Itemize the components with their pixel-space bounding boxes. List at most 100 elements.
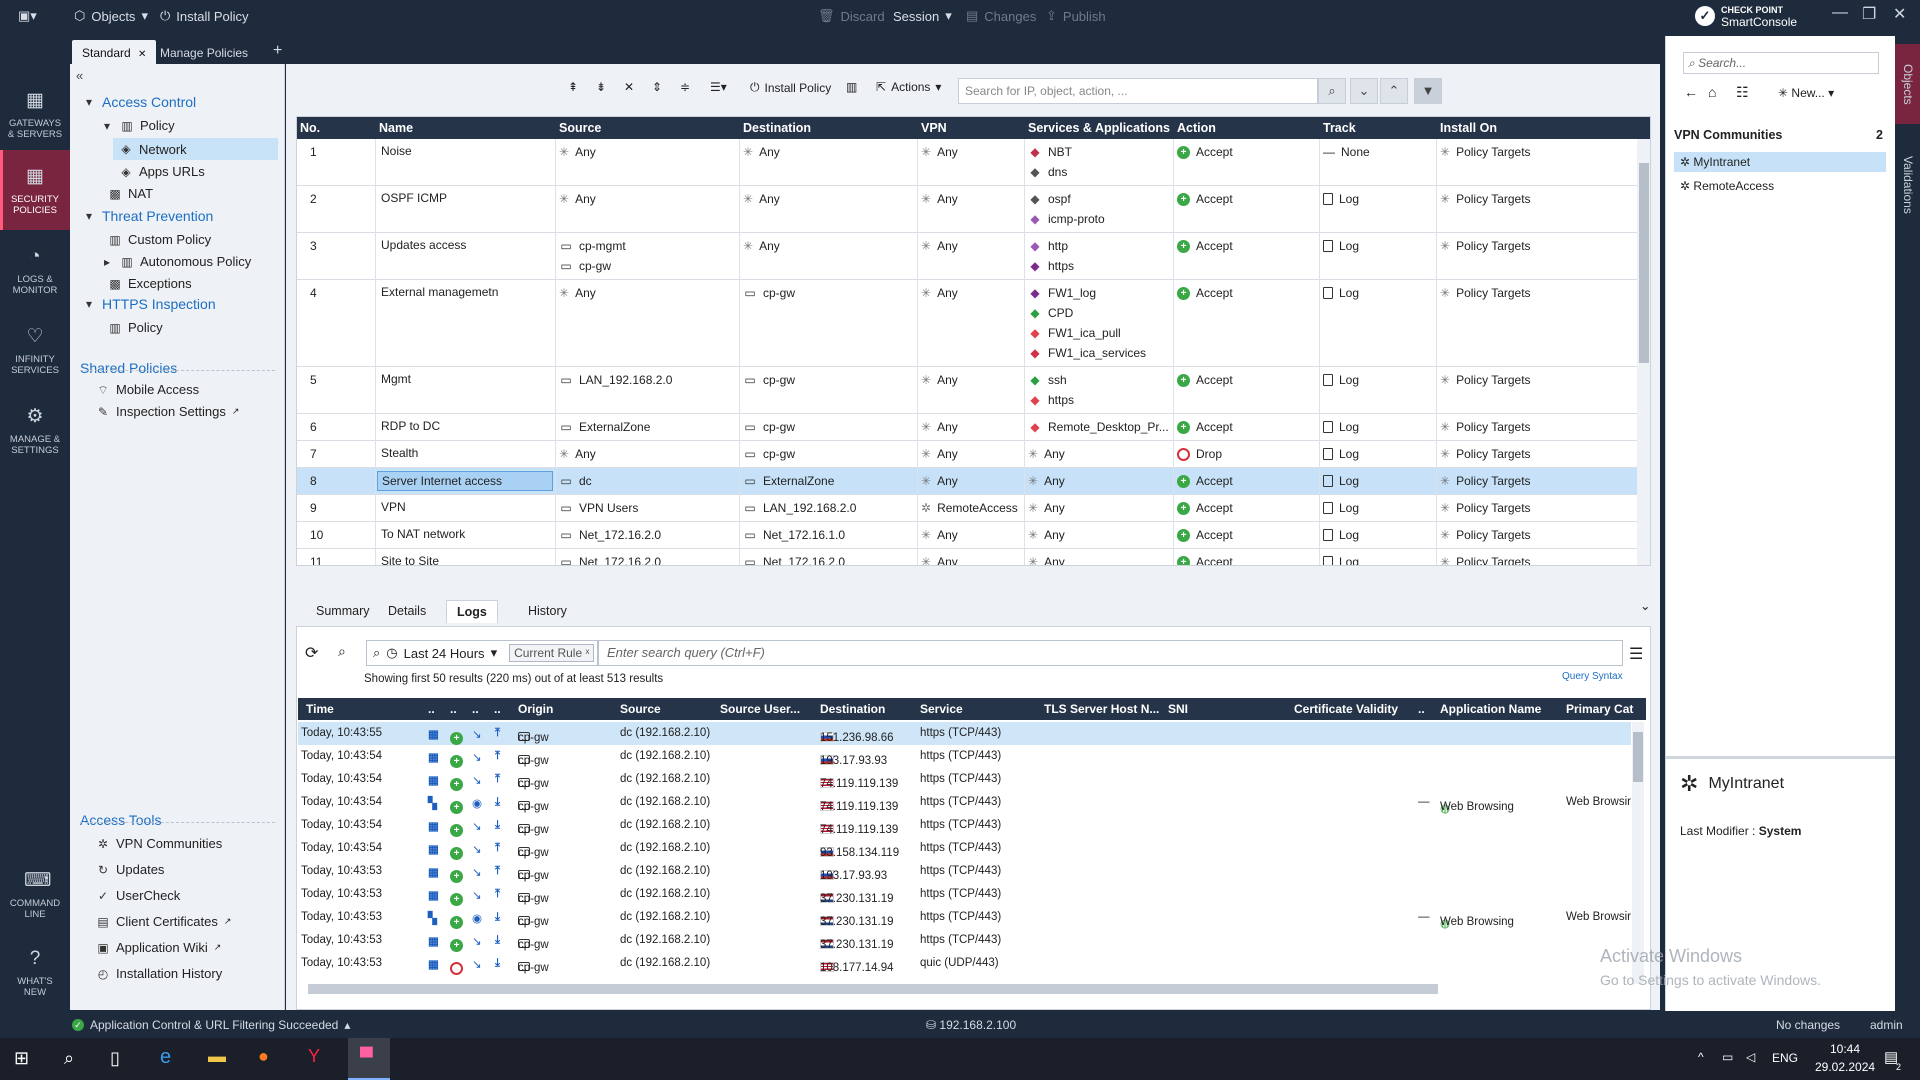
rule-cell[interactable]: ▭ ExternalZone bbox=[743, 471, 834, 491]
install-on-cell[interactable]: ✳ Policy Targets bbox=[1440, 525, 1531, 545]
action-cell[interactable]: + Accept bbox=[1177, 370, 1233, 390]
tree-client-certificates[interactable]: ▤ Client Certificates ↗ bbox=[96, 914, 231, 929]
folder-icon[interactable]: ▬ bbox=[208, 1046, 226, 1067]
tab-manage-policies[interactable]: Manage Policies bbox=[150, 40, 258, 64]
rule-cell[interactable]: ▭ VPN Users bbox=[559, 498, 638, 518]
action-cell[interactable]: + Accept bbox=[1177, 525, 1233, 545]
time-range-selector[interactable]: ⌕ ◷ Last 24 Hours ▾ Current Rule ˣ bbox=[366, 640, 598, 666]
tab-history[interactable]: History bbox=[528, 604, 567, 618]
tree-access-control[interactable]: ▾ Access Control bbox=[82, 94, 196, 110]
rule-name[interactable]: VPN bbox=[377, 498, 410, 516]
rule-name[interactable]: OSPF ICMP bbox=[377, 189, 451, 207]
action-cell[interactable]: + Accept bbox=[1177, 552, 1233, 565]
log-query-input[interactable]: Enter search query (Ctrl+F) bbox=[598, 640, 1623, 666]
vpn-cell[interactable]: ✳ Any bbox=[921, 189, 958, 209]
install-on-cell[interactable]: ✳ Policy Targets bbox=[1440, 471, 1531, 491]
rule-cell[interactable]: ✳ Any bbox=[559, 189, 596, 209]
volume-icon[interactable]: ◁ bbox=[1746, 1050, 1755, 1064]
rule-cell[interactable]: ✳ Any bbox=[1028, 498, 1065, 518]
rule-name[interactable]: Updates access bbox=[377, 236, 470, 254]
install-on-cell[interactable]: ✳ Policy Targets bbox=[1440, 283, 1531, 303]
log-row[interactable]: Today, 10:43:53 ▦ + ↘ ⤓ cp-gw dc (192.168.2.10… bbox=[298, 929, 1631, 952]
app-menu-button[interactable]: ▣▾ bbox=[18, 8, 37, 24]
query-syntax-link[interactable]: Query Syntax bbox=[1562, 671, 1623, 682]
vpn-item-myintranet[interactable]: ✲ MyIntranet bbox=[1674, 152, 1886, 172]
rule-cell[interactable]: ✳ Any bbox=[1028, 552, 1065, 565]
track-cell[interactable]: Log bbox=[1323, 498, 1359, 518]
install-on-cell[interactable]: ✳ Policy Targets bbox=[1440, 444, 1531, 464]
list-menu-icon[interactable]: ☰▾ bbox=[710, 80, 727, 94]
vpn-cell[interactable]: ✳ Any bbox=[921, 283, 958, 303]
tab-details[interactable]: Details bbox=[388, 604, 426, 618]
rule-cell[interactable]: ▭ Net_172.16.1.0 bbox=[743, 525, 845, 545]
add-rule-above-icon[interactable]: ⇞ bbox=[568, 80, 578, 94]
track-cell[interactable]: Log bbox=[1323, 471, 1359, 491]
session-menu-button[interactable]: Session ▾ bbox=[893, 8, 952, 24]
rule-cell[interactable]: ◆ http ◆ https bbox=[1028, 236, 1074, 276]
tree-usercheck[interactable]: ✓ UserCheck bbox=[96, 888, 180, 903]
rule-cell[interactable]: ◆ NBT ◆ dns bbox=[1028, 142, 1072, 182]
rules-vertical-scrollbar[interactable] bbox=[1637, 139, 1650, 565]
clock-time[interactable]: 10:44 bbox=[1830, 1042, 1860, 1056]
rule-cell[interactable]: ▭ Net_172.16.2.0 bbox=[559, 525, 661, 545]
log-row[interactable]: Today, 10:43:53 ▦ + ↘ ⤒ cp-gw dc (192.168.2.10… bbox=[298, 860, 1631, 883]
restore-icon[interactable]: ❐ bbox=[1862, 4, 1876, 24]
rule-cell[interactable]: ◆ ssh ◆ https bbox=[1028, 370, 1074, 410]
rule-name[interactable]: External managemetn bbox=[377, 283, 502, 301]
log-row[interactable]: Today, 10:43:53 ▦ + ↘ ⤒ cp-gw dc (192.168.2.10… bbox=[298, 883, 1631, 906]
rule-cell[interactable]: ▭ ExternalZone bbox=[559, 417, 650, 437]
tray-arrow-icon[interactable]: ^ bbox=[1698, 1050, 1704, 1064]
vpn-cell[interactable]: ✳ Any bbox=[921, 552, 958, 565]
tree-threat-prevention[interactable]: ▾ Threat Prevention bbox=[82, 208, 213, 224]
tree-network[interactable]: ◈ Network bbox=[113, 138, 278, 160]
log-row[interactable]: Today, 10:43:54 ▚ + ◉ ⤓ cp-gw dc (192.168.2.10… bbox=[298, 791, 1631, 815]
rule-cell[interactable]: ◆ Remote_Desktop_Pr... bbox=[1028, 417, 1168, 437]
nav-security-policies[interactable]: ▦ SECURITY POLICIES bbox=[0, 150, 70, 230]
nav-gateways-servers[interactable]: ▦ GATEWAYS & SERVERS bbox=[0, 74, 70, 154]
rule-name[interactable]: Server Internet access bbox=[377, 471, 553, 491]
tree-exceptions[interactable]: ▩ Exceptions bbox=[108, 276, 191, 291]
scroll-thumb[interactable] bbox=[1633, 732, 1643, 782]
tree-https-policy[interactable]: ▥ Policy bbox=[108, 320, 162, 335]
track-cell[interactable]: Log bbox=[1323, 525, 1359, 545]
install-on-cell[interactable]: ✳ Policy Targets bbox=[1440, 189, 1531, 209]
vpn-cell[interactable]: ✳ Any bbox=[921, 471, 958, 491]
add-tab-button[interactable]: + bbox=[263, 36, 292, 60]
rule-cell[interactable]: ◆ ospf ◆ icmp-proto bbox=[1028, 189, 1104, 229]
list-view-icon[interactable]: ☷ bbox=[1736, 84, 1749, 101]
tree-custom-policy[interactable]: ▥ Custom Policy bbox=[108, 232, 211, 247]
install-on-cell[interactable]: ✳ Policy Targets bbox=[1440, 552, 1531, 565]
tree-installation-history[interactable]: ◴ Installation History bbox=[96, 966, 222, 981]
rule-name[interactable]: To NAT network bbox=[377, 525, 469, 543]
rule-cell[interactable]: ✳ Any bbox=[743, 189, 780, 209]
tree-nat[interactable]: ▩ NAT bbox=[108, 186, 153, 201]
nav-command-line[interactable]: ⌨ COMMAND LINE bbox=[0, 854, 70, 934]
nav-infinity-services[interactable]: ♡ INFINITY SERVICES bbox=[0, 310, 70, 390]
rule-cell[interactable]: ▭ cp-gw bbox=[743, 283, 795, 303]
verify-icon[interactable]: ▥ bbox=[846, 80, 857, 94]
clock-date[interactable]: 29.02.2024 bbox=[1815, 1060, 1875, 1074]
tab-summary[interactable]: Summary bbox=[316, 604, 369, 618]
search-options-icon[interactable]: ⌕ bbox=[338, 643, 346, 660]
tree-inspection-settings[interactable]: ✎ Inspection Settings ↗ bbox=[96, 404, 239, 419]
log-row[interactable]: Today, 10:43:54 ▦ + ↘ ⤓ cp-gw dc (192.168.2.10… bbox=[298, 814, 1631, 837]
rule-cell[interactable]: ✳ Any bbox=[743, 142, 780, 162]
action-cell[interactable]: + Accept bbox=[1177, 142, 1233, 162]
tab-standard[interactable]: Standard ✕ bbox=[72, 40, 157, 64]
track-cell[interactable]: Log bbox=[1323, 370, 1359, 390]
rule-name[interactable]: Stealth bbox=[377, 444, 422, 462]
rule-cell[interactable]: ✳ Any bbox=[559, 142, 596, 162]
expand-icon[interactable]: ⇕ bbox=[652, 80, 662, 94]
rule-cell[interactable]: ▭ cp-gw bbox=[743, 370, 795, 390]
log-row[interactable]: Today, 10:43:54 ▦ + ↘ ⤒ cp-gw dc (192.168.2.10… bbox=[298, 745, 1631, 768]
rule-cell[interactable]: ✳ Any bbox=[743, 236, 780, 256]
collapse-icon[interactable]: ≑ bbox=[680, 80, 690, 94]
vpn-cell[interactable]: ✳ Any bbox=[921, 142, 958, 162]
tree-shared-policies[interactable]: Shared Policies bbox=[80, 360, 177, 376]
task-view-icon[interactable]: ▯ bbox=[110, 1048, 120, 1069]
install-on-cell[interactable]: ✳ Policy Targets bbox=[1440, 142, 1531, 162]
vpn-cell[interactable]: ✳ Any bbox=[921, 417, 958, 437]
rule-cell[interactable]: ✳ Any bbox=[559, 444, 596, 464]
collapse-panel-icon[interactable]: « bbox=[76, 68, 83, 83]
new-object-button[interactable]: ✳ New... ▾ bbox=[1778, 86, 1834, 100]
